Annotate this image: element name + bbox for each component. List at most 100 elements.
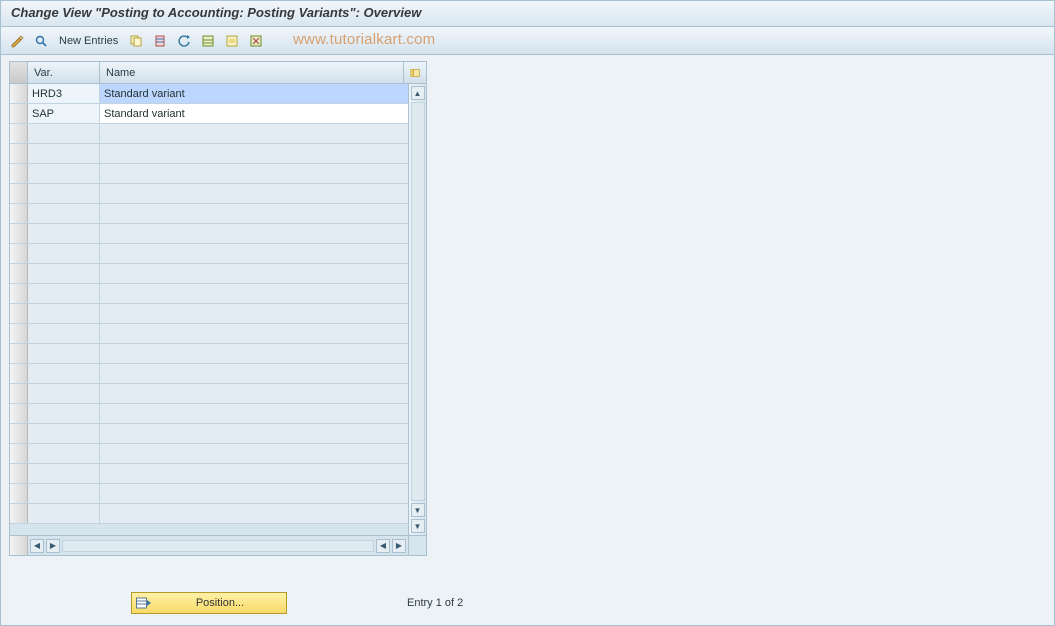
- table-row-empty[interactable]: [10, 404, 408, 424]
- cell-name-empty[interactable]: [100, 144, 408, 163]
- table-row-empty[interactable]: [10, 464, 408, 484]
- table-row-empty[interactable]: [10, 424, 408, 444]
- cell-var-empty[interactable]: [28, 504, 100, 523]
- row-marker[interactable]: [10, 464, 28, 483]
- table-row-empty[interactable]: [10, 304, 408, 324]
- position-button[interactable]: Position...: [131, 592, 287, 614]
- cell-name-empty[interactable]: [100, 444, 408, 463]
- table-row-empty[interactable]: [10, 344, 408, 364]
- cell-var-empty[interactable]: [28, 344, 100, 363]
- undo-change-icon[interactable]: [174, 31, 194, 51]
- table-row[interactable]: SAP Standard variant: [10, 104, 408, 124]
- cell-name-empty[interactable]: [100, 384, 408, 403]
- cell-name-empty[interactable]: [100, 164, 408, 183]
- row-marker[interactable]: [10, 144, 28, 163]
- cell-name-empty[interactable]: [100, 304, 408, 323]
- cell-var-empty[interactable]: [28, 324, 100, 343]
- cell-name-empty[interactable]: [100, 404, 408, 423]
- row-marker[interactable]: [10, 424, 28, 443]
- delete-icon[interactable]: [150, 31, 170, 51]
- table-row-empty[interactable]: [10, 444, 408, 464]
- scroll-up-icon[interactable]: ▲: [411, 86, 425, 100]
- row-marker[interactable]: [10, 84, 28, 103]
- row-marker[interactable]: [10, 484, 28, 503]
- row-marker[interactable]: [10, 104, 28, 123]
- cell-name-empty[interactable]: [100, 284, 408, 303]
- cell-name-empty[interactable]: [100, 204, 408, 223]
- deselect-all-icon[interactable]: [246, 31, 266, 51]
- cell-var[interactable]: SAP: [28, 104, 100, 123]
- horizontal-scrollbar[interactable]: ◀ ▶ ◀ ▶: [28, 539, 408, 553]
- cell-var-empty[interactable]: [28, 244, 100, 263]
- row-marker[interactable]: [10, 164, 28, 183]
- toggle-display-change-icon[interactable]: [7, 31, 27, 51]
- scroll-left2-icon[interactable]: ◀: [376, 539, 390, 553]
- row-marker[interactable]: [10, 504, 28, 523]
- cell-name-empty[interactable]: [100, 184, 408, 203]
- row-marker[interactable]: [10, 324, 28, 343]
- select-all-icon[interactable]: [198, 31, 218, 51]
- table-row-empty[interactable]: [10, 144, 408, 164]
- cell-var-empty[interactable]: [28, 164, 100, 183]
- cell-name[interactable]: Standard variant: [100, 104, 408, 123]
- cell-name-empty[interactable]: [100, 324, 408, 343]
- cell-name[interactable]: Standard variant: [100, 84, 408, 103]
- cell-var[interactable]: HRD3: [28, 84, 100, 103]
- row-marker[interactable]: [10, 184, 28, 203]
- new-entries-button[interactable]: New Entries: [55, 35, 122, 47]
- cell-name-empty[interactable]: [100, 344, 408, 363]
- cell-var-empty[interactable]: [28, 364, 100, 383]
- table-row-empty[interactable]: [10, 384, 408, 404]
- table-row-empty[interactable]: [10, 284, 408, 304]
- cell-name-empty[interactable]: [100, 264, 408, 283]
- cell-var-empty[interactable]: [28, 184, 100, 203]
- row-marker[interactable]: [10, 364, 28, 383]
- table-row-empty[interactable]: [10, 504, 408, 524]
- row-marker[interactable]: [10, 344, 28, 363]
- table-settings-icon[interactable]: [404, 62, 426, 83]
- cell-name-empty[interactable]: [100, 424, 408, 443]
- cell-var-empty[interactable]: [28, 224, 100, 243]
- table-row-empty[interactable]: [10, 264, 408, 284]
- row-marker[interactable]: [10, 404, 28, 423]
- other-view-icon[interactable]: [31, 31, 51, 51]
- cell-var-empty[interactable]: [28, 444, 100, 463]
- cell-name-empty[interactable]: [100, 484, 408, 503]
- cell-var-empty[interactable]: [28, 304, 100, 323]
- table-row-empty[interactable]: [10, 484, 408, 504]
- scroll-track-horizontal[interactable]: [62, 540, 374, 552]
- scroll-right2-icon[interactable]: ▶: [392, 539, 406, 553]
- cell-var-empty[interactable]: [28, 124, 100, 143]
- cell-var-empty[interactable]: [28, 424, 100, 443]
- copy-as-icon[interactable]: [126, 31, 146, 51]
- cell-var-empty[interactable]: [28, 284, 100, 303]
- vertical-scrollbar[interactable]: ▲ ▼ ▼: [408, 84, 426, 535]
- table-row-empty[interactable]: [10, 224, 408, 244]
- row-marker[interactable]: [10, 444, 28, 463]
- scroll-right-icon[interactable]: ▶: [46, 539, 60, 553]
- cell-var-empty[interactable]: [28, 484, 100, 503]
- scroll-left-icon[interactable]: ◀: [30, 539, 44, 553]
- cell-name-empty[interactable]: [100, 464, 408, 483]
- row-marker[interactable]: [10, 284, 28, 303]
- cell-var-empty[interactable]: [28, 384, 100, 403]
- row-marker[interactable]: [10, 244, 28, 263]
- table-row-empty[interactable]: [10, 164, 408, 184]
- cell-name-empty[interactable]: [100, 504, 408, 523]
- cell-name-empty[interactable]: [100, 124, 408, 143]
- table-row-empty[interactable]: [10, 184, 408, 204]
- row-marker[interactable]: [10, 304, 28, 323]
- scroll-down-icon[interactable]: ▼: [411, 503, 425, 517]
- cell-name-empty[interactable]: [100, 224, 408, 243]
- row-marker[interactable]: [10, 224, 28, 243]
- table-row-empty[interactable]: [10, 324, 408, 344]
- cell-var-empty[interactable]: [28, 144, 100, 163]
- column-header-var[interactable]: Var.: [28, 62, 100, 83]
- scroll-track-vertical[interactable]: [411, 102, 425, 501]
- cell-name-empty[interactable]: [100, 244, 408, 263]
- row-marker[interactable]: [10, 124, 28, 143]
- table-row-empty[interactable]: [10, 204, 408, 224]
- table-row-empty[interactable]: [10, 124, 408, 144]
- row-marker-header[interactable]: [10, 62, 28, 83]
- table-row-empty[interactable]: [10, 244, 408, 264]
